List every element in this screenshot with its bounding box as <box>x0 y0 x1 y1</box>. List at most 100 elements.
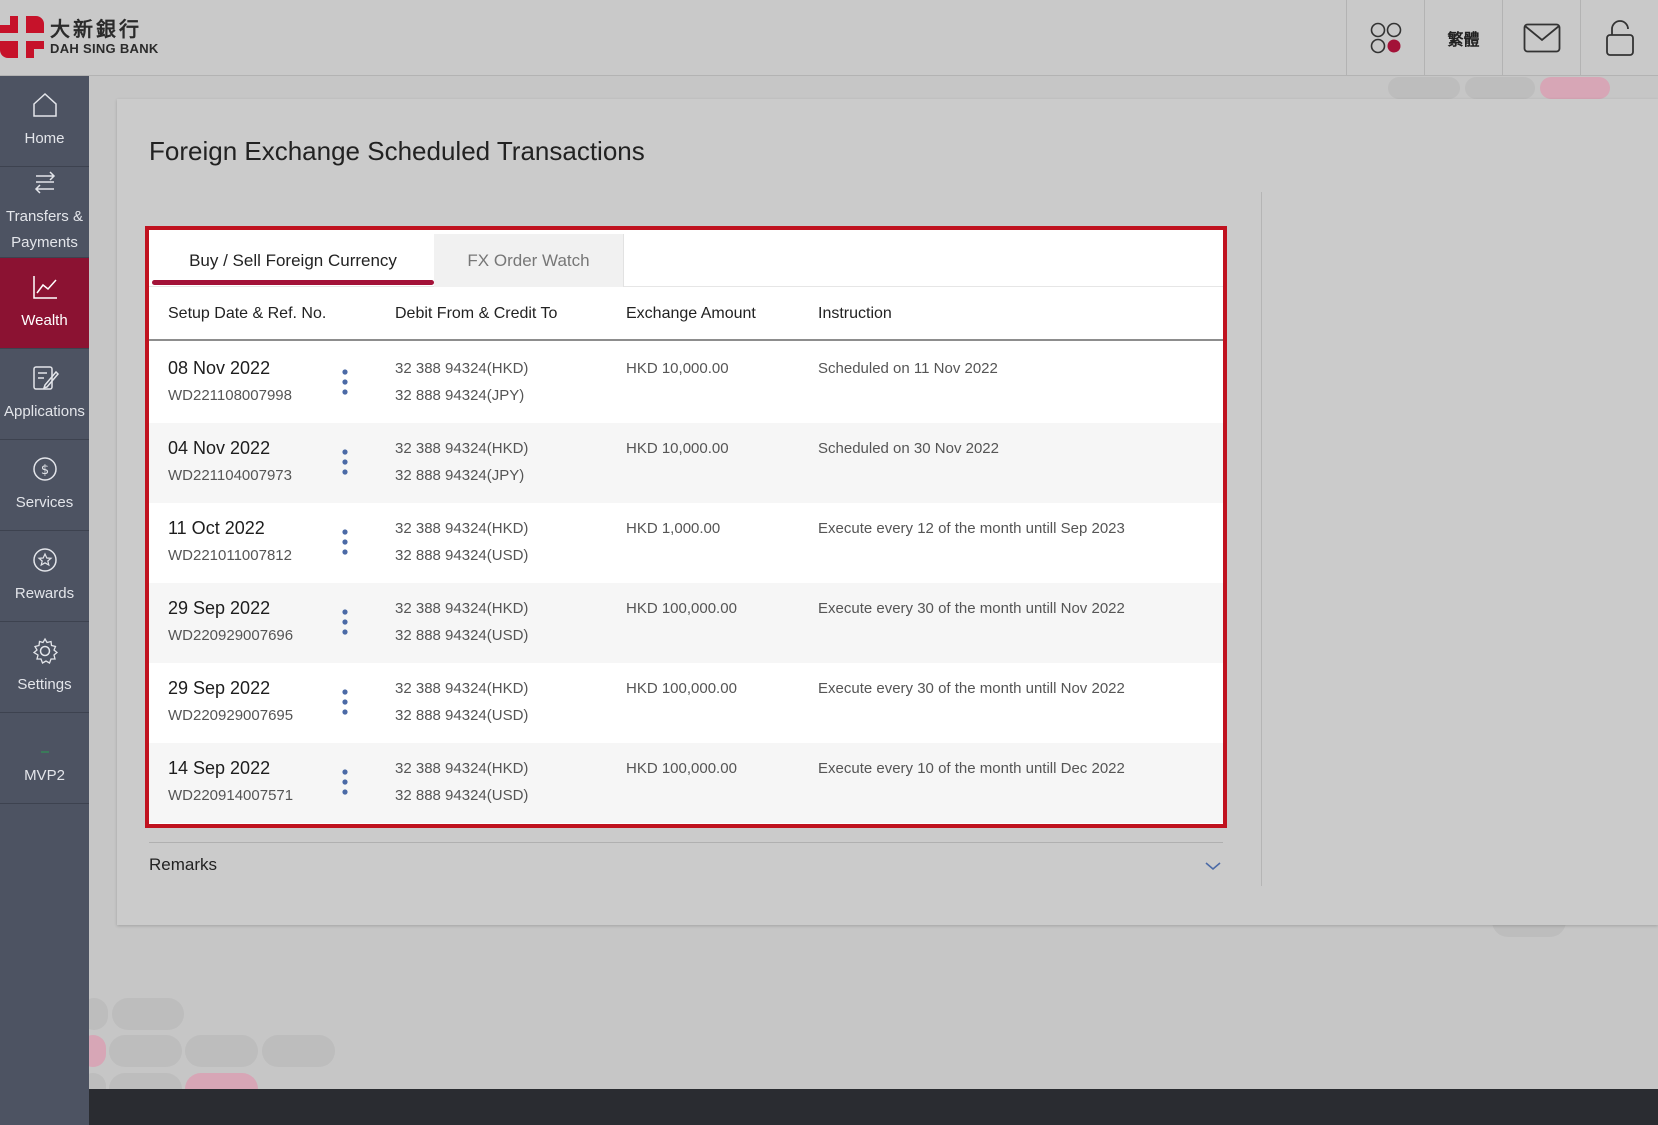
exchange-amount: HKD 10,000.00 <box>626 440 729 457</box>
sidebar-item-transfers[interactable]: Transfers & Payments <box>0 167 89 258</box>
table-row[interactable]: 11 Oct 2022 WD221011007812 32 388 94324(… <box>149 503 1223 583</box>
setup-date: 04 Nov 2022 <box>168 438 271 458</box>
star-badge-icon <box>32 548 57 572</box>
bank-logo[interactable]: 大新銀行 DAH SING BANK <box>0 16 159 58</box>
setup-date: 29 Sep 2022 <box>168 598 271 618</box>
top-bar: 大新銀行 DAH SING BANK 繁體 <box>0 0 1658 76</box>
placeholder-icon <box>40 751 49 753</box>
mail-icon <box>1523 23 1560 53</box>
instruction: Execute every 10 of the month untill Dec… <box>818 760 1125 777</box>
sidebar-item-label: Rewards <box>14 585 75 602</box>
edit-form-icon <box>32 366 59 390</box>
exchange-amount: HKD 100,000.00 <box>626 760 737 777</box>
column-header-exchange-amount: Exchange Amount <box>626 305 756 322</box>
exchange-amount: HKD 100,000.00 <box>626 600 737 617</box>
more-options-icon[interactable] <box>337 607 353 637</box>
ref-number: WD221108007998 <box>168 387 292 404</box>
credit-account: 32 888 94324(USD) <box>395 627 529 644</box>
setup-date: 14 Sep 2022 <box>168 758 271 778</box>
tab-bar: Buy / Sell Foreign Currency FX Order Wat… <box>149 230 1223 287</box>
sidebar-item-label: MVP2 <box>24 767 65 784</box>
chevron-down-icon <box>1205 862 1221 871</box>
instruction: Execute every 30 of the month untill Nov… <box>818 680 1125 697</box>
home-icon <box>32 92 57 117</box>
remarks-divider <box>149 842 1223 843</box>
ref-number: WD221011007812 <box>168 547 292 564</box>
sidebar-item-label: Settings <box>17 676 72 693</box>
table-row[interactable]: 04 Nov 2022 WD221104007973 32 388 94324(… <box>149 423 1223 503</box>
setup-date: 08 Nov 2022 <box>168 358 271 378</box>
more-options-icon[interactable] <box>337 447 353 477</box>
exchange-amount: HKD 100,000.00 <box>626 680 737 697</box>
remarks-accordion[interactable]: Remarks <box>149 855 1223 885</box>
credit-account: 32 888 94324(JPY) <box>395 387 525 404</box>
table-row[interactable]: 29 Sep 2022 WD220929007696 32 388 94324(… <box>149 583 1223 663</box>
sidebar-item-label: Applications <box>4 403 85 420</box>
instruction: Scheduled on 30 Nov 2022 <box>818 440 999 457</box>
page-title: Foreign Exchange Scheduled Transactions <box>149 136 645 166</box>
bank-logo-icon <box>0 16 44 58</box>
sidebar-item-services[interactable]: $ Services <box>0 440 89 531</box>
sidebar-nav: Home Transfers & Payments Wealth Applica… <box>0 76 89 1125</box>
debit-account: 32 388 94324(HKD) <box>395 600 529 617</box>
more-options-icon[interactable] <box>337 367 353 397</box>
more-options-icon[interactable] <box>337 527 353 557</box>
logo-english-text: DAH SING BANK <box>50 41 159 56</box>
gear-icon <box>32 637 58 664</box>
ref-number: WD221104007973 <box>168 467 292 484</box>
ref-number: WD220914007571 <box>168 787 294 804</box>
sidebar-item-home[interactable]: Home <box>0 76 89 167</box>
chart-line-icon <box>32 276 57 299</box>
remarks-label: Remarks <box>149 855 218 874</box>
vertical-divider <box>1261 192 1262 886</box>
sidebar-item-label: Home <box>24 130 65 147</box>
sidebar-item-settings[interactable]: Settings <box>0 622 89 713</box>
sidebar-item-rewards[interactable]: Rewards <box>0 531 89 622</box>
language-toggle-button[interactable]: 繁體 <box>1424 0 1502 76</box>
transfer-icon <box>34 171 55 194</box>
transactions-panel: Buy / Sell Foreign Currency FX Order Wat… <box>145 226 1227 828</box>
more-options-icon[interactable] <box>337 767 353 797</box>
table-row[interactable]: 14 Sep 2022 WD220914007571 32 388 94324(… <box>149 743 1223 823</box>
lock-icon <box>1605 20 1634 56</box>
credit-account: 32 888 94324(USD) <box>395 707 529 724</box>
sidebar-item-wealth[interactable]: Wealth <box>0 258 89 349</box>
credit-account: 32 888 94324(JPY) <box>395 467 525 484</box>
credit-account: 32 888 94324(USD) <box>395 787 529 804</box>
debit-account: 32 388 94324(HKD) <box>395 520 529 537</box>
exchange-amount: HKD 10,000.00 <box>626 360 729 377</box>
ref-number: WD220929007695 <box>168 707 294 724</box>
inbox-button[interactable] <box>1502 0 1580 76</box>
table-row[interactable]: 08 Nov 2022 WD221108007998 32 388 94324(… <box>149 343 1223 423</box>
ref-number: WD220929007696 <box>168 627 294 644</box>
debit-account: 32 388 94324(HKD) <box>395 360 529 377</box>
sidebar-item-label: Transfers & <box>6 208 83 225</box>
tab-buy-sell-foreign-currency[interactable]: Buy / Sell Foreign Currency <box>152 234 434 287</box>
svg-text:$: $ <box>40 463 48 478</box>
sidebar-item-applications[interactable]: Applications <box>0 349 89 440</box>
instruction: Execute every 12 of the month untill Sep… <box>818 520 1125 537</box>
table-header: Setup Date & Ref. No. Debit From & Credi… <box>149 287 1223 341</box>
sidebar-item-label: Wealth <box>21 312 68 329</box>
column-header-setup-date: Setup Date & Ref. No. <box>168 305 327 322</box>
credit-account: 32 888 94324(USD) <box>395 547 529 564</box>
footer-bar <box>89 1089 1658 1125</box>
table-row[interactable]: 29 Sep 2022 WD220929007695 32 388 94324(… <box>149 663 1223 743</box>
column-header-debit-credit: Debit From & Credit To <box>395 305 558 322</box>
instruction: Execute every 30 of the month untill Nov… <box>818 600 1125 617</box>
apps-icon <box>1370 22 1401 54</box>
setup-date: 11 Oct 2022 <box>168 518 265 538</box>
sidebar-item-label: Services <box>15 494 74 511</box>
tab-fx-order-watch[interactable]: FX Order Watch <box>434 234 624 287</box>
apps-button[interactable] <box>1346 0 1424 76</box>
sidebar-item-mvp2[interactable]: MVP2 <box>0 713 89 804</box>
column-header-instruction: Instruction <box>818 305 892 322</box>
dollar-icon: $ <box>32 457 57 481</box>
logo-chinese-text: 大新銀行 <box>50 17 142 41</box>
sidebar-item-label: Payments <box>11 234 78 251</box>
debit-account: 32 388 94324(HKD) <box>395 440 529 457</box>
setup-date: 29 Sep 2022 <box>168 678 271 698</box>
debit-account: 32 388 94324(HKD) <box>395 680 529 697</box>
logout-button[interactable] <box>1580 0 1658 76</box>
more-options-icon[interactable] <box>337 687 353 717</box>
